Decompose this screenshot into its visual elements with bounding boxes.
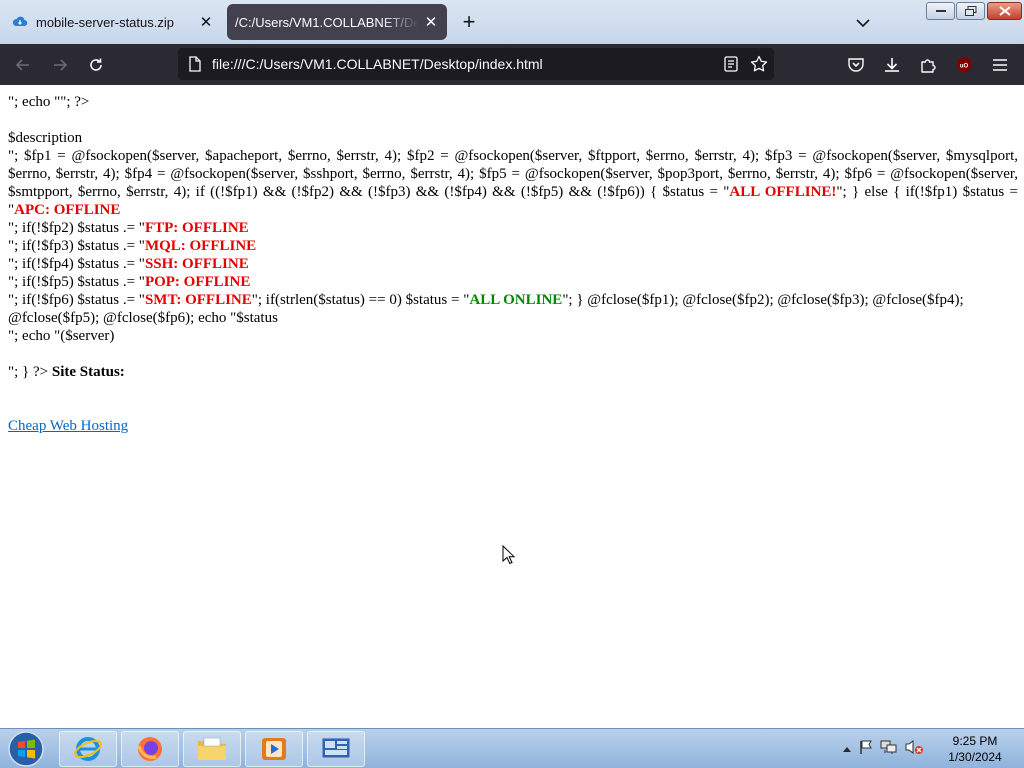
address-bar[interactable]: file:///C:/Users/VM1.COLLABNET/Desktop/i…: [178, 48, 774, 80]
code-text: "; if(!$fp4) $status .= ": [8, 256, 145, 272]
minimize-button[interactable]: [926, 2, 955, 20]
status-ssh-offline: SSH: OFFLINE: [144, 256, 249, 272]
code-text: "; if(!$fp6) $status .= ": [8, 292, 145, 308]
site-status-line: "; } ?> Site Status:: [8, 363, 1018, 381]
extensions-icon[interactable]: [913, 50, 943, 80]
tab-label: /C:/Users/VM1.COLLABNET/Desktop/index.ht…: [235, 14, 419, 30]
echo-server-line: "; echo "($server): [8, 328, 115, 344]
reader-view-icon[interactable]: [719, 52, 743, 76]
tab-mobile-server-status[interactable]: mobile-server-status.zip ✕: [4, 4, 222, 40]
tab-label: mobile-server-status.zip: [36, 14, 174, 30]
code-text: "; } ?>: [8, 364, 49, 380]
status-ftp-offline: FTP: OFFLINE: [144, 220, 249, 236]
code-text: "; if(!$fp5) $status .= ": [8, 274, 145, 290]
show-hidden-icons-icon[interactable]: [842, 740, 852, 758]
echo-line: "; echo ""; ?>: [8, 94, 90, 110]
back-arrow-icon[interactable]: [8, 50, 38, 80]
reload-icon[interactable]: [81, 50, 111, 80]
taskbar-clock[interactable]: 9:25 PM 1/30/2024: [940, 733, 1010, 765]
code-text: "; if(strlen($status) == 0) $status = ": [251, 292, 470, 308]
bookmark-star-icon[interactable]: [747, 52, 771, 76]
volume-muted-icon[interactable]: [904, 739, 924, 760]
status-pop-offline: POP: OFFLINE: [144, 274, 251, 290]
clock-time: 9:25 PM: [952, 734, 998, 748]
description-text: $description: [8, 130, 83, 146]
navigation-toolbar: file:///C:/Users/VM1.COLLABNET/Desktop/i…: [0, 44, 1024, 85]
php-code-block: "; $fp1 = @fsockopen($server, $apachepor…: [8, 147, 1018, 219]
page-body: "; echo ""; ?> $description "; $fp1 = @f…: [8, 93, 1018, 435]
php-code-line: "; if(!$fp3) $status .= "MQL: OFFLINE: [8, 237, 1018, 255]
tab-index-html[interactable]: /C:/Users/VM1.COLLABNET/Desktop/index.ht…: [227, 4, 447, 40]
taskbar: 9:25 PM 1/30/2024: [0, 728, 1024, 768]
close-icon[interactable]: ✕: [194, 10, 218, 34]
internet-explorer-icon[interactable]: [59, 731, 117, 767]
system-tray: [842, 733, 924, 765]
clock-date: 1/30/2024: [948, 750, 1002, 764]
url-text[interactable]: file:///C:/Users/VM1.COLLABNET/Desktop/i…: [212, 56, 543, 72]
forward-arrow-icon[interactable]: [45, 50, 75, 80]
restore-button[interactable]: [956, 2, 985, 20]
close-icon[interactable]: ✕: [419, 10, 443, 34]
menu-hamburger-icon[interactable]: [985, 50, 1015, 80]
php-code-line: "; if(!$fp2) $status .= "FTP: OFFLINE: [8, 219, 1018, 237]
file-explorer-icon[interactable]: [183, 731, 241, 767]
status-all-offline: ALL OFFLINE!: [729, 184, 837, 200]
code-text: "; if(!$fp2) $status .= ": [8, 220, 145, 236]
cheap-web-hosting-link[interactable]: Cheap Web Hosting: [8, 418, 128, 434]
status-smt-offline: SMT: OFFLINE: [144, 292, 252, 308]
php-code-line: "; if(!$fp4) $status .= "SSH: OFFLINE: [8, 255, 1018, 273]
svg-text:uO: uO: [960, 64, 969, 70]
media-player-icon[interactable]: [245, 731, 303, 767]
new-tab-button[interactable]: +: [456, 10, 482, 36]
page-icon: [188, 56, 202, 72]
status-all-online: ALL ONLINE: [469, 292, 563, 308]
pocket-icon[interactable]: [841, 50, 871, 80]
remote-desktop-icon[interactable]: [307, 731, 365, 767]
status-mql-offline: MQL: OFFLINE: [144, 238, 257, 254]
network-icon[interactable]: [880, 739, 898, 760]
mouse-cursor-icon: [502, 544, 516, 570]
cloud-download-icon: [12, 14, 28, 30]
start-button[interactable]: [4, 730, 48, 768]
download-icon[interactable]: [877, 50, 907, 80]
window-close-button[interactable]: [987, 2, 1022, 20]
status-apc-offline: APC: OFFLINE: [14, 202, 121, 218]
php-code-line: "; if(!$fp6) $status .= "SMT: OFFLINE"; …: [8, 291, 1018, 327]
site-status-label: Site Status:: [51, 364, 125, 380]
tab-strip: mobile-server-status.zip ✕ /C:/Users/VM1…: [0, 0, 1024, 44]
php-code-line: "; if(!$fp5) $status .= "POP: OFFLINE: [8, 273, 1018, 291]
chevron-down-icon[interactable]: [850, 10, 876, 36]
action-center-flag-icon[interactable]: [858, 739, 874, 760]
firefox-icon[interactable]: [121, 731, 179, 767]
ublock-origin-icon[interactable]: uO: [949, 50, 979, 80]
code-text: "; if(!$fp3) $status .= ": [8, 238, 145, 254]
